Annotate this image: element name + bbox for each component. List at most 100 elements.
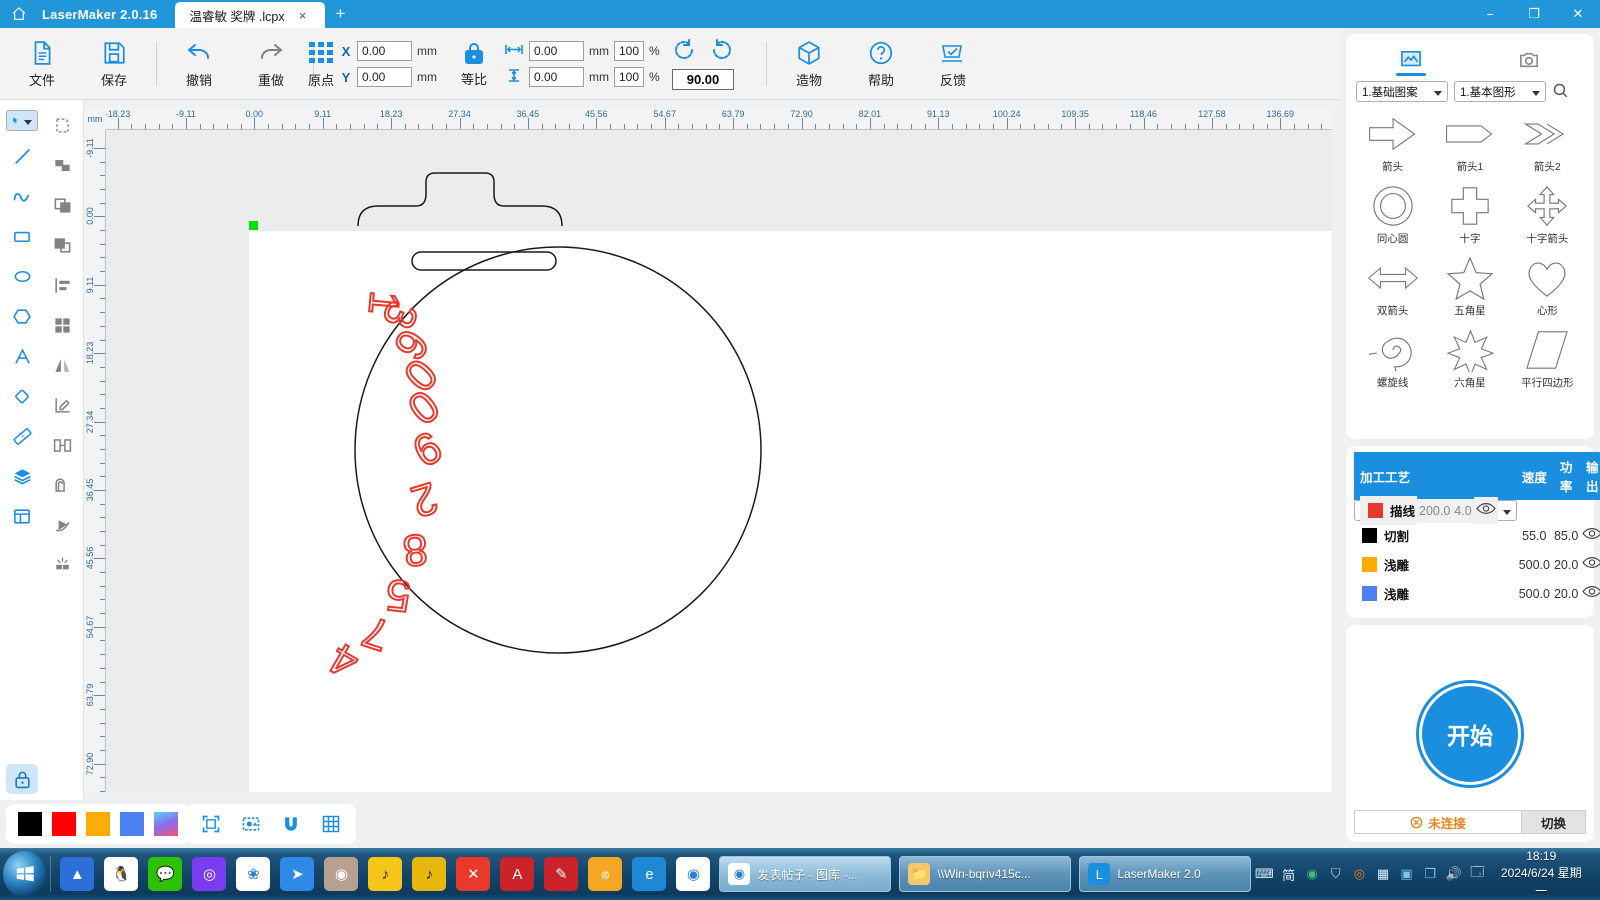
taskbar-icon-bird[interactable]: ➤ [280, 857, 314, 891]
speed-cell[interactable]: 55.0 [1517, 521, 1552, 550]
volume-icon[interactable]: 🔊 [1445, 865, 1462, 883]
minimize-button[interactable]: − [1468, 0, 1512, 28]
ime-icon[interactable]: 简 [1280, 865, 1297, 883]
offset-tool[interactable] [46, 470, 78, 500]
color-swatch-0[interactable] [18, 812, 42, 836]
rotation-input[interactable] [672, 69, 734, 90]
camera-tab[interactable] [1508, 45, 1550, 75]
color-swatch-2[interactable] [86, 812, 110, 836]
taskbar-icon-mountain[interactable]: ▲ [60, 857, 94, 891]
monitor-icon[interactable]: ▣ [1398, 865, 1415, 883]
color-swatch-1[interactable] [52, 812, 76, 836]
category-select-1[interactable]: 1.基础图案 [1356, 81, 1448, 102]
home-icon[interactable] [0, 0, 38, 28]
x-position-input[interactable] [357, 41, 412, 61]
close-window-button[interactable]: ✕ [1556, 0, 1600, 28]
network-icon[interactable]: ◉ [1304, 865, 1321, 883]
eye-icon[interactable] [1582, 527, 1600, 544]
lock-icon[interactable] [6, 764, 38, 794]
select-objects-icon[interactable] [240, 813, 262, 835]
eye-icon[interactable] [1582, 556, 1600, 573]
output-cell[interactable] [1474, 497, 1498, 524]
chart-icon[interactable]: ▦ [1375, 865, 1392, 883]
frame-fit-icon[interactable] [200, 813, 222, 835]
taskbar-window-explorer[interactable]: 📁\\Win-bqriv415c... [899, 856, 1071, 892]
category-select-2[interactable]: 1.基本图形 [1454, 81, 1546, 102]
taskbar-icon-qq[interactable]: 🐧 [104, 857, 138, 891]
height-input[interactable] [529, 67, 584, 87]
shape-cell-arrow1-icon[interactable]: 箭头1 [1431, 110, 1508, 180]
text-tool[interactable] [6, 341, 38, 371]
table-row[interactable]: 描线200.04.0 [1354, 500, 1517, 521]
engraved-number-text[interactable]: 1 3 6 0 0 9 2 8 5 7 4 [106, 130, 1332, 792]
shape-cell-cross-icon[interactable]: 十字 [1431, 182, 1508, 252]
intersect-tool[interactable] [46, 230, 78, 260]
power-cell[interactable]: 20.0 [1552, 579, 1580, 608]
curve-tool[interactable] [6, 181, 38, 211]
taskbar-icon-editor64[interactable]: ♪ [368, 857, 402, 891]
width-percent-input[interactable] [614, 41, 644, 61]
notification-icon[interactable]: 🗔 [1469, 865, 1486, 883]
windows-start-orb[interactable] [3, 851, 46, 897]
taskbar-icon-cloud-disk[interactable]: ❀ [236, 857, 270, 891]
close-icon[interactable]: × [295, 8, 311, 23]
canvas-area[interactable]: 1 3 6 0 0 9 2 8 5 7 4 [106, 130, 1332, 792]
make-button[interactable]: 造物 [773, 30, 845, 98]
window-icon[interactable]: ❐ [1422, 865, 1439, 883]
marquee-select-tool[interactable] [46, 110, 78, 140]
taskbar-icon-pdf-reader[interactable]: A [500, 857, 534, 891]
power-cell[interactable]: 20.0 [1552, 550, 1580, 579]
node-edit-tool[interactable] [46, 390, 78, 420]
shape-cell-concentric-circles-icon[interactable]: 同心圆 [1354, 182, 1431, 252]
shape-cell-five-point-star-icon[interactable]: 五角星 [1431, 254, 1508, 324]
shape-cell-parallelogram-icon[interactable]: 平行四边形 [1509, 326, 1586, 396]
polygon-tool[interactable] [6, 301, 38, 331]
shield-icon[interactable]: ⛉ [1328, 865, 1345, 883]
output-cell[interactable] [1580, 550, 1600, 579]
eraser-tool[interactable] [6, 381, 38, 411]
taskbar-icon-internet-explorer[interactable]: e [632, 857, 666, 891]
ellipse-tool[interactable] [6, 261, 38, 291]
mirror-tool[interactable] [46, 350, 78, 380]
taskbar-icon-pdf-editor[interactable]: ✎ [544, 857, 578, 891]
layer-color-chip[interactable] [1362, 528, 1377, 543]
frame-tool[interactable] [6, 501, 38, 531]
taskbar-icon-sogou[interactable]: ๏ [588, 857, 622, 891]
rotate-ccw-icon[interactable] [673, 39, 697, 64]
power-cell[interactable]: 85.0 [1552, 521, 1580, 550]
shape-cell-heart-icon[interactable]: 心形 [1509, 254, 1586, 324]
layer-color-chip[interactable] [1368, 503, 1383, 518]
align-tool[interactable] [46, 270, 78, 300]
eye-icon[interactable] [1476, 502, 1496, 519]
vertical-ruler[interactable]: -9.110.009.1118.2327.3436.4545.5654.6763… [84, 130, 106, 792]
speed-cell[interactable]: 500.0 [1517, 579, 1552, 608]
color-swatch-3[interactable] [120, 812, 144, 836]
power-cell[interactable]: 4.0 [1452, 499, 1473, 523]
color-swatch-4[interactable] [154, 812, 178, 836]
shape-cell-four-way-arrow-icon[interactable]: 十字箭头 [1509, 182, 1586, 252]
output-cell[interactable] [1580, 521, 1600, 550]
width-input[interactable] [529, 41, 584, 61]
select-tool[interactable] [6, 110, 38, 131]
rotate-cw-icon[interactable] [709, 39, 733, 64]
measure-tool[interactable] [6, 421, 38, 451]
array-tool[interactable] [46, 430, 78, 460]
save-button[interactable]: 保存 [78, 30, 150, 98]
taskbar-icon-browser[interactable]: ◎ [192, 857, 226, 891]
transform-tool[interactable] [46, 510, 78, 540]
y-position-input[interactable] [357, 67, 412, 87]
document-tab[interactable]: 温睿敏 奖牌 .lcpx × [175, 2, 325, 28]
undo-button[interactable]: 撤销 [163, 30, 235, 98]
aspect-lock-button[interactable]: 等比 [446, 40, 502, 88]
magnet-icon[interactable] [280, 813, 302, 835]
taskbar-icon-wechat[interactable]: 💬 [148, 857, 182, 891]
switch-button[interactable]: 切换 [1522, 810, 1586, 834]
security-icon[interactable]: ◎ [1351, 865, 1368, 883]
feedback-button[interactable]: 反馈 [917, 30, 989, 98]
taskbar-window-lasermaker[interactable]: LLaserMaker 2.0 [1079, 856, 1251, 892]
maximize-button[interactable]: ❐ [1512, 0, 1556, 28]
eye-icon[interactable] [1582, 585, 1600, 602]
speed-cell[interactable]: 500.0 [1517, 550, 1552, 579]
file-button[interactable]: 文件 [6, 30, 78, 98]
taskbar-clock[interactable]: 18:19 2024/6/24 星期一 [1493, 848, 1594, 900]
